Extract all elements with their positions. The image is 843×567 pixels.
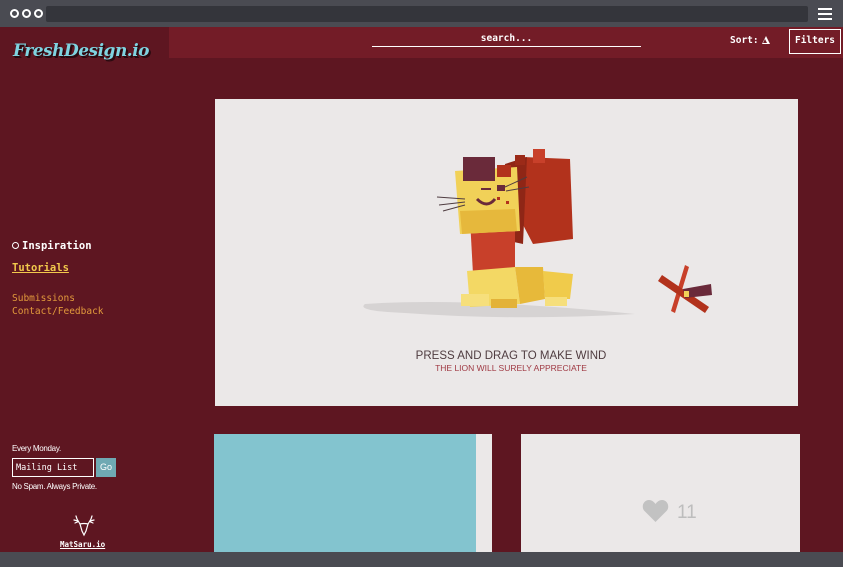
top-header: Sort: Filters [169,27,843,58]
card-thumbnail[interactable] [214,434,476,552]
nav-item-submissions[interactable]: Submissions [12,293,75,304]
footer-link[interactable]: MatSaru.io [60,540,105,549]
search-input[interactable] [372,31,641,47]
nav-item-inspiration[interactable]: Inspiration [12,240,92,252]
mailing-list-input[interactable] [12,458,94,477]
nav-item-contact[interactable]: Contact/Feedback [12,306,104,317]
feature-headline: PRESS AND DRAG TO MAKE WIND [415,350,607,362]
deer-icon[interactable] [70,515,98,539]
sort-control[interactable]: Sort: [730,35,770,46]
newsletter-caption: Every Monday. [12,444,61,453]
browser-titlebar [0,0,843,27]
go-button[interactable]: Go [96,458,116,477]
triangle-up-icon[interactable] [761,36,770,44]
windmill-icon[interactable] [658,265,712,313]
active-bullet-icon [12,242,19,249]
post-card[interactable] [214,434,492,552]
post-card[interactable]: 11 [521,434,800,552]
hamburger-menu-icon[interactable] [818,8,832,20]
sort-label: Sort: [730,35,759,46]
address-bar[interactable] [46,6,808,22]
filters-button[interactable]: Filters [789,29,841,54]
browser-bottom-bar [0,552,843,567]
site-logo[interactable]: FreshDesign.io [13,41,150,61]
heart-icon[interactable] [642,499,669,523]
like-count: 11 [677,502,697,523]
sidebar: FreshDesign.io Inspiration Tutorials Sub… [0,27,169,552]
nav-label: Inspiration [22,240,92,252]
window-dot-icon[interactable] [10,9,19,18]
feature-subline: THE LION WILL SURELY APPRECIATE [435,363,587,373]
window-dot-icon[interactable] [22,9,31,18]
window-dot-icon[interactable] [34,9,43,18]
newsletter-note: No Spam. Always Private. [12,482,97,491]
nav-item-tutorials[interactable]: Tutorials [12,262,69,274]
featured-card[interactable]: PRESS AND DRAG TO MAKE WIND THE LION WIL… [215,99,798,406]
